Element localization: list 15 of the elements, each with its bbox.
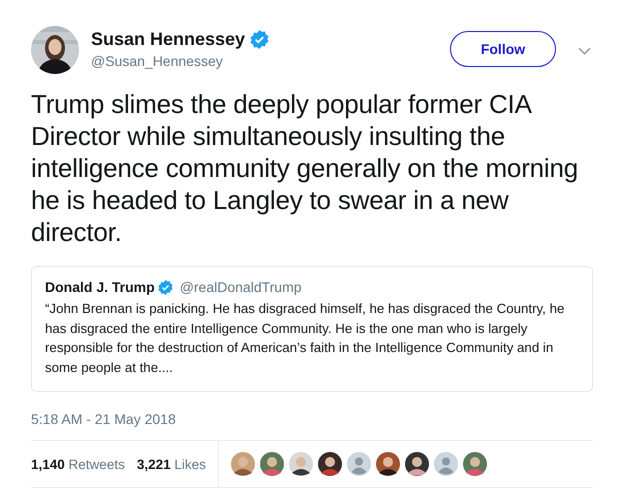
chevron-down-icon[interactable] — [578, 47, 591, 55]
quoted-author-handle: @realDonaldTrump — [180, 279, 302, 295]
default-avatar-icon[interactable] — [346, 452, 371, 476]
tweet-text: Trump slimes the deeply popular former CIA Director while simultaneously insulting the intelligence community generally on the morning he is headed to Langley to swear in a new director. — [31, 88, 580, 248]
default-avatar-icon[interactable] — [434, 452, 458, 476]
follow-button[interactable]: Follow — [450, 31, 556, 67]
author-name[interactable]: Susan Hennessey — [91, 29, 246, 50]
avatar[interactable] — [31, 26, 79, 74]
quoted-tweet-text: “John Brennan is panicking. He has disgraced himself, he has disgraced the Country, he has disgraced the entire Intelligence Community. He is the one man who is largely responsible for the destruction of American’s faith in the Intelligence Community and in some people at the.... — [45, 300, 566, 377]
timestamp[interactable]: 5:18 AM - 21 May 2018 — [31, 411, 593, 440]
stat-link[interactable]: 1,140 Retweets — [31, 456, 125, 472]
quoted-tweet[interactable] — [31, 266, 593, 392]
stat-link[interactable]: 3,221 Likes — [136, 456, 206, 472]
author-handle[interactable]: @Susan_Hennessey — [91, 53, 450, 69]
quoted-author-name: Donald J. Trump — [45, 279, 155, 295]
